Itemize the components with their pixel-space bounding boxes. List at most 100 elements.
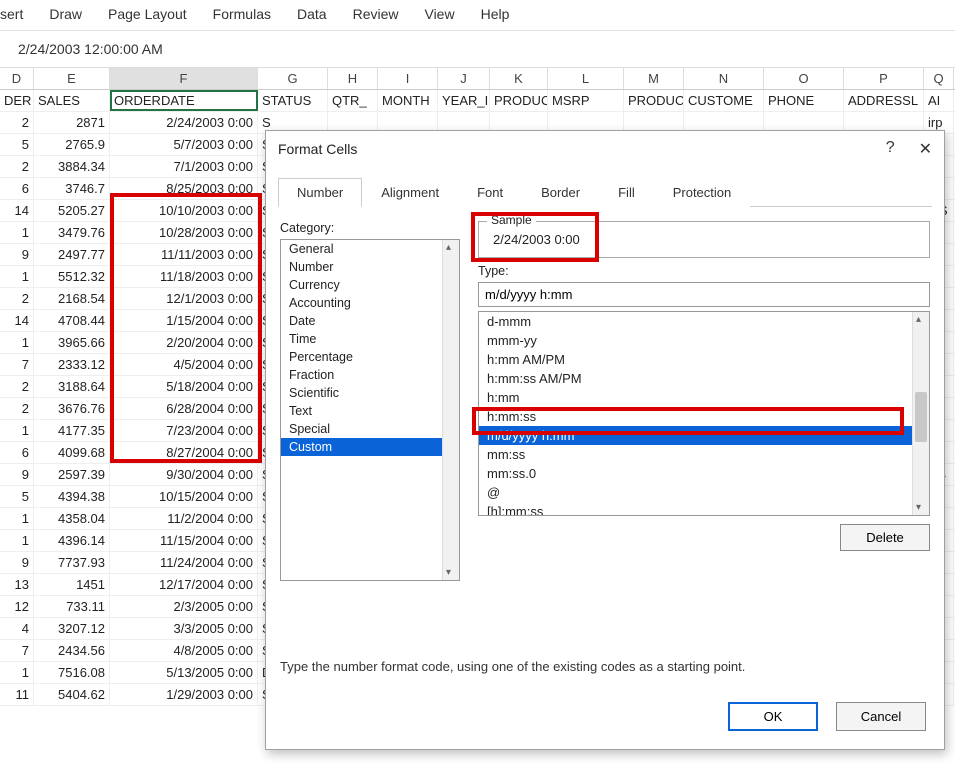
cell[interactable]: 9 [0, 552, 34, 573]
scroll-up-icon[interactable]: ▴ [916, 314, 921, 325]
cell[interactable]: 1/29/2003 0:00 [110, 684, 258, 705]
ribbon-tab-review[interactable]: Review [353, 6, 399, 22]
cell[interactable]: 3884.34 [34, 156, 110, 177]
tab-font[interactable]: Font [458, 178, 522, 207]
cell[interactable]: 11/18/2003 0:00 [110, 266, 258, 287]
cell[interactable]: 9/30/2004 0:00 [110, 464, 258, 485]
field-header-der[interactable]: DER [0, 90, 34, 111]
ribbon-tab-draw[interactable]: Draw [49, 6, 82, 22]
cell[interactable]: 1 [0, 222, 34, 243]
cell[interactable]: 1/15/2004 0:00 [110, 310, 258, 331]
category-item-fraction[interactable]: Fraction [281, 366, 459, 384]
category-list[interactable]: GeneralNumberCurrencyAccountingDateTimeP… [280, 239, 460, 581]
column-header-E[interactable]: E [34, 68, 110, 89]
cell[interactable]: 4358.04 [34, 508, 110, 529]
cell[interactable]: 8/27/2004 0:00 [110, 442, 258, 463]
cell[interactable]: 8/25/2003 0:00 [110, 178, 258, 199]
cell[interactable]: 3965.66 [34, 332, 110, 353]
cell[interactable]: 1 [0, 508, 34, 529]
column-header-D[interactable]: D [0, 68, 34, 89]
cell[interactable]: 2 [0, 156, 34, 177]
cell[interactable]: 3746.7 [34, 178, 110, 199]
formula-bar[interactable]: 2/24/2003 12:00:00 AM [0, 31, 955, 68]
tab-protection[interactable]: Protection [654, 178, 751, 207]
cell[interactable]: 5404.62 [34, 684, 110, 705]
tab-alignment[interactable]: Alignment [362, 178, 458, 207]
cell[interactable]: 5205.27 [34, 200, 110, 221]
cell[interactable]: 4/8/2005 0:00 [110, 640, 258, 661]
type-option[interactable]: h:mm:ss AM/PM [479, 369, 929, 388]
cell[interactable]: 2 [0, 398, 34, 419]
cell[interactable]: 1 [0, 266, 34, 287]
column-header-J[interactable]: J [438, 68, 490, 89]
cell[interactable]: 5512.32 [34, 266, 110, 287]
ribbon-tab-view[interactable]: View [424, 6, 454, 22]
cell[interactable]: 4394.38 [34, 486, 110, 507]
field-header-year_i[interactable]: YEAR_I [438, 90, 490, 111]
cell[interactable]: 12/1/2003 0:00 [110, 288, 258, 309]
cell[interactable]: 9 [0, 244, 34, 265]
category-item-percentage[interactable]: Percentage [281, 348, 459, 366]
type-option[interactable]: @ [479, 483, 929, 502]
cell[interactable]: 2333.12 [34, 354, 110, 375]
cell[interactable]: 1 [0, 332, 34, 353]
column-header-Q[interactable]: Q [924, 68, 954, 89]
field-header-orderdate[interactable]: ORDERDATE [110, 90, 258, 111]
cell[interactable]: 6 [0, 178, 34, 199]
cell[interactable]: 14 [0, 200, 34, 221]
cell[interactable]: 4 [0, 618, 34, 639]
field-header-phone[interactable]: PHONE [764, 90, 844, 111]
cell[interactable]: 3/3/2005 0:00 [110, 618, 258, 639]
scroll-thumb[interactable] [915, 392, 927, 442]
type-option[interactable]: mmm-yy [479, 331, 929, 350]
cell[interactable]: 2 [0, 376, 34, 397]
cell[interactable]: 1451 [34, 574, 110, 595]
ribbon-tab-formulas[interactable]: Formulas [213, 6, 271, 22]
cell[interactable]: 7 [0, 354, 34, 375]
category-item-custom[interactable]: Custom [281, 438, 459, 456]
cell[interactable]: 9 [0, 464, 34, 485]
column-header-H[interactable]: H [328, 68, 378, 89]
column-header-O[interactable]: O [764, 68, 844, 89]
cell[interactable]: 7516.08 [34, 662, 110, 683]
category-item-number[interactable]: Number [281, 258, 459, 276]
type-option[interactable]: d-mmm [479, 312, 929, 331]
cell[interactable]: 7 [0, 640, 34, 661]
cell[interactable]: 7/1/2003 0:00 [110, 156, 258, 177]
cell[interactable]: 12 [0, 596, 34, 617]
ribbon-tab-sert[interactable]: sert [0, 6, 23, 22]
column-header-P[interactable]: P [844, 68, 924, 89]
cell[interactable]: 4396.14 [34, 530, 110, 551]
cell[interactable]: 1 [0, 420, 34, 441]
type-input[interactable] [478, 282, 930, 307]
cell[interactable]: 5 [0, 486, 34, 507]
cell[interactable]: 6 [0, 442, 34, 463]
cell[interactable]: 4/5/2004 0:00 [110, 354, 258, 375]
field-header-status[interactable]: STATUS [258, 90, 328, 111]
ribbon-tab-page-layout[interactable]: Page Layout [108, 6, 187, 22]
cell[interactable]: 2871 [34, 112, 110, 133]
delete-button[interactable]: Delete [840, 524, 930, 551]
cell[interactable]: 10/10/2003 0:00 [110, 200, 258, 221]
cell[interactable]: 4708.44 [34, 310, 110, 331]
scroll-down-icon[interactable]: ▾ [916, 502, 921, 513]
cell[interactable]: 12/17/2004 0:00 [110, 574, 258, 595]
cell[interactable]: 5/18/2004 0:00 [110, 376, 258, 397]
cell[interactable]: 2/3/2005 0:00 [110, 596, 258, 617]
cell[interactable]: 7/23/2004 0:00 [110, 420, 258, 441]
cell[interactable]: 3676.76 [34, 398, 110, 419]
cell[interactable]: 2 [0, 112, 34, 133]
ok-button[interactable]: OK [728, 702, 818, 731]
cell[interactable]: 733.11 [34, 596, 110, 617]
field-header-custome[interactable]: CUSTOME [684, 90, 764, 111]
category-item-special[interactable]: Special [281, 420, 459, 438]
cell[interactable]: 5/7/2003 0:00 [110, 134, 258, 155]
cell[interactable]: 5 [0, 134, 34, 155]
type-option[interactable]: m/d/yyyy h:mm [479, 426, 929, 445]
close-icon[interactable]: ✕ [919, 139, 932, 159]
cell[interactable]: 2434.56 [34, 640, 110, 661]
column-header-K[interactable]: K [490, 68, 548, 89]
column-header-M[interactable]: M [624, 68, 684, 89]
tab-number[interactable]: Number [278, 178, 362, 207]
cell[interactable]: 1 [0, 530, 34, 551]
